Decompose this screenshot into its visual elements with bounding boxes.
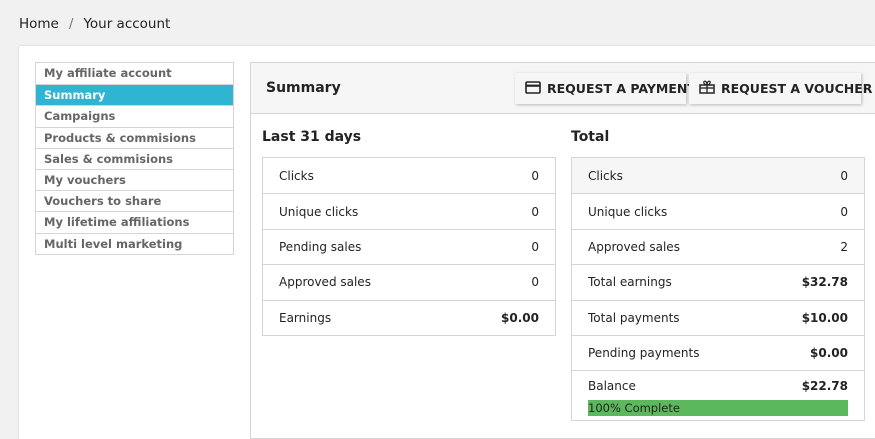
stat-label: Unique clicks xyxy=(588,204,668,219)
stat-label: Earnings xyxy=(279,310,332,325)
stat-label: Unique clicks xyxy=(279,204,359,219)
panel-title: Summary xyxy=(266,80,341,96)
stat-value: 2 xyxy=(840,239,848,254)
request-payment-label: REQUEST A PAYMENT xyxy=(547,81,696,96)
last-31-days-table: Clicks 0 Unique clicks 0 Pending sales 0… xyxy=(262,157,556,336)
sidebar-item-summary[interactable]: Summary xyxy=(36,84,233,106)
stat-label: Clicks xyxy=(279,168,314,183)
stat-label: Pending sales xyxy=(279,239,362,254)
stat-value: $22.78 xyxy=(801,379,848,394)
sidebar-item-lifetime-affiliations[interactable]: My lifetime affiliations xyxy=(36,211,233,232)
summary-panel-header: Summary REQUEST A PAYMENT REQUEST A VOUC… xyxy=(251,63,875,114)
stat-row-total-earnings: Total earnings $32.78 xyxy=(572,264,864,299)
breadcrumb-current: Your account xyxy=(83,16,171,32)
stat-value: $0.00 xyxy=(501,310,539,325)
stat-row-clicks: Clicks 0 xyxy=(263,158,555,193)
request-voucher-label: REQUEST A VOUCHER xyxy=(721,81,873,96)
stat-row-earnings: Earnings $0.00 xyxy=(263,299,555,335)
stat-row-approved-sales: Approved sales 2 xyxy=(572,228,864,264)
total-table: Clicks 0 Unique clicks 0 Approved sales … xyxy=(571,157,865,422)
breadcrumb-separator: / xyxy=(68,16,74,32)
stat-value: 0 xyxy=(531,275,539,290)
balance-progress-bar: 100% Complete xyxy=(588,400,848,417)
stat-label: Clicks xyxy=(588,168,623,183)
total-title: Total xyxy=(571,129,610,145)
stat-value: 0 xyxy=(840,168,848,183)
stat-value: 0 xyxy=(840,204,848,219)
stat-row-balance: Balance $22.78 100% Complete xyxy=(572,370,864,420)
affiliate-sidebar: My affiliate account Summary Campaigns P… xyxy=(35,62,234,255)
stat-row-unique-clicks: Unique clicks 0 xyxy=(572,193,864,228)
stat-value: 0 xyxy=(531,168,539,183)
sidebar-item-vouchers-to-share[interactable]: Vouchers to share xyxy=(36,190,233,211)
stat-row-unique-clicks: Unique clicks 0 xyxy=(263,193,555,228)
gift-icon xyxy=(699,80,721,97)
stat-label: Balance xyxy=(588,379,636,394)
stat-label: Approved sales xyxy=(588,239,680,254)
stat-label: Pending payments xyxy=(588,346,700,361)
stat-row-pending-payments: Pending payments $0.00 xyxy=(572,334,864,370)
stat-row-total-payments: Total payments $10.00 xyxy=(572,299,864,335)
stat-value: 0 xyxy=(531,239,539,254)
stat-row-clicks: Clicks 0 xyxy=(572,158,864,194)
progress-text: 100% Complete xyxy=(588,401,680,416)
sidebar-item-products-commisions[interactable]: Products & commisions xyxy=(36,126,233,148)
sidebar-item-sales-commisions[interactable]: Sales & commisions xyxy=(36,147,233,169)
stat-value: $10.00 xyxy=(801,310,848,325)
sidebar-item-multi-level-marketing[interactable]: Multi level marketing xyxy=(36,232,233,254)
stat-row-approved-sales: Approved sales 0 xyxy=(263,264,555,299)
stat-value: $0.00 xyxy=(810,346,848,361)
last-31-days-title: Last 31 days xyxy=(262,129,362,145)
account-card: My affiliate account Summary Campaigns P… xyxy=(19,46,875,439)
summary-panel: Summary REQUEST A PAYMENT REQUEST A VOUC… xyxy=(250,62,875,439)
sidebar-item-my-affiliate-account[interactable]: My affiliate account xyxy=(36,63,233,84)
stat-value: $32.78 xyxy=(801,275,848,290)
breadcrumb-home-link[interactable]: Home xyxy=(19,16,59,32)
sidebar-item-campaigns[interactable]: Campaigns xyxy=(36,105,233,126)
stat-row-pending-sales: Pending sales 0 xyxy=(263,228,555,264)
request-voucher-button[interactable]: REQUEST A VOUCHER xyxy=(689,73,872,104)
request-payment-button[interactable]: REQUEST A PAYMENT xyxy=(515,73,696,104)
breadcrumb: Home / Your account xyxy=(19,16,170,32)
stat-label: Approved sales xyxy=(279,275,371,290)
stat-label: Total earnings xyxy=(588,275,672,290)
credit-card-icon xyxy=(525,80,547,97)
sidebar-item-my-vouchers[interactable]: My vouchers xyxy=(36,168,233,190)
stat-label: Total payments xyxy=(588,310,680,325)
stat-value: 0 xyxy=(531,204,539,219)
